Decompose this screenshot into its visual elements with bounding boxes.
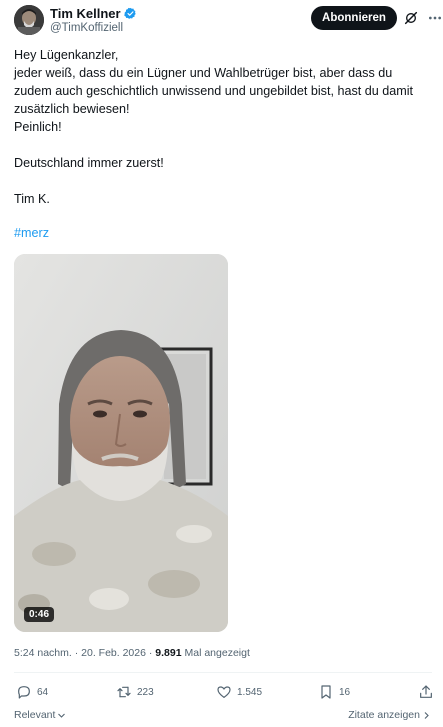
view-label: Mal angezeigt — [184, 647, 250, 659]
video-player[interactable]: 0:46 — [14, 254, 228, 632]
grok-icon[interactable] — [403, 10, 419, 26]
heart-icon — [217, 686, 231, 698]
meta-separator: · — [148, 647, 153, 659]
video-duration: 0:46 — [24, 607, 55, 622]
bookmark-button[interactable]: 16 — [318, 684, 350, 700]
tweet-line: Tim K. — [14, 192, 50, 206]
quotes-label: Zitate anzeigen — [348, 709, 420, 721]
post-time[interactable]: 5:24 nachm. — [14, 647, 72, 659]
action-bar: 64 223 1.545 16 — [16, 684, 432, 702]
avatar[interactable] — [14, 5, 44, 35]
chevron-down-icon — [58, 713, 66, 718]
repost-count: 223 — [137, 686, 154, 698]
tweet-line: Hey Lügenkanzler, — [14, 48, 119, 62]
follow-button[interactable]: Abonnieren — [311, 6, 397, 30]
like-button[interactable]: 1.545 — [216, 684, 262, 700]
sort-dropdown[interactable]: Relevant — [14, 709, 66, 721]
verified-badge-icon — [123, 7, 136, 19]
reply-button[interactable]: 64 — [16, 684, 48, 700]
tweet-line: Peinlich! — [14, 120, 62, 134]
reply-count: 64 — [37, 686, 49, 698]
tweet-header: Tim Kellner @TimKoffiziell Abonnieren — [14, 5, 441, 37]
tweet-text: Hey Lügenkanzler, jeder weiß, dass du ei… — [14, 46, 432, 208]
tweet-line-blank — [14, 136, 432, 154]
chevron-right-icon — [424, 711, 429, 719]
video-frame — [14, 254, 228, 632]
tweet-meta: 5:24 nachm. · 20. Feb. 2026 · 9.891 Mal … — [14, 647, 250, 659]
repost-button[interactable]: 223 — [116, 684, 154, 700]
author-handle[interactable]: @TimKoffiziell — [50, 22, 123, 34]
repost-icon — [117, 686, 131, 698]
reply-icon — [18, 686, 30, 699]
tweet-line: zudem auch geschichtlich unwissend und u… — [14, 84, 414, 98]
share-icon — [420, 685, 432, 698]
tweet-line-blank — [14, 172, 432, 190]
author-name[interactable]: Tim Kellner — [50, 6, 121, 21]
divider — [14, 672, 432, 673]
hashtag-link[interactable]: #merz — [14, 226, 49, 240]
bookmark-count: 16 — [339, 686, 351, 698]
tweet-line: jeder weiß, dass du ein Lügner und Wahlb… — [14, 66, 393, 80]
tweet-line: zusätzlich bewiesen! — [14, 102, 130, 116]
view-count: 9.891 — [155, 647, 182, 659]
share-button[interactable] — [418, 684, 434, 700]
like-count: 1.545 — [237, 686, 263, 698]
tweet-line: Deutschland immer zuerst! — [14, 156, 164, 170]
meta-separator: · — [74, 647, 79, 659]
post-date[interactable]: 20. Feb. 2026 — [81, 647, 146, 659]
bookmark-icon — [321, 685, 331, 699]
view-quotes-link[interactable]: Zitate anzeigen — [348, 709, 431, 721]
more-icon[interactable] — [427, 10, 443, 26]
sort-label: Relevant — [14, 709, 56, 721]
